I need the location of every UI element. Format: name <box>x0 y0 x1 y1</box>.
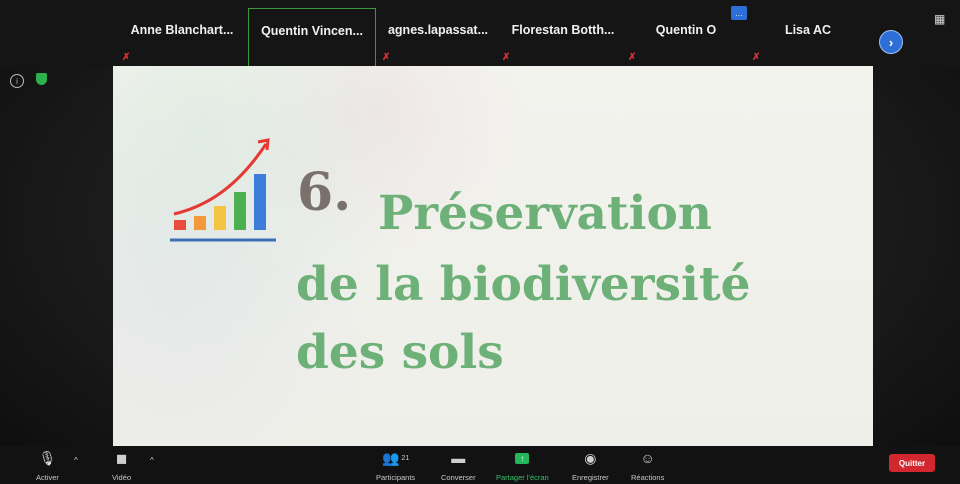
info-icon[interactable]: i <box>10 74 24 88</box>
record-icon: ◉ <box>584 449 597 466</box>
reactions-button[interactable]: ☺ Réactions <box>631 449 664 482</box>
meeting-toolbar <box>0 446 960 484</box>
mic-muted-icon: ✗ <box>382 52 391 63</box>
unmute-button[interactable]: 🎙 Activer <box>36 449 59 483</box>
chart-growth-icon <box>170 138 276 242</box>
reactions-label: Réactions <box>631 473 665 482</box>
participant-tile-active[interactable]: Quentin Vincen... <box>248 8 376 68</box>
participant-name: Anne Blanchart... <box>130 23 234 37</box>
slide-title-line-3: des sols <box>296 325 504 380</box>
chat-label: Converser <box>441 473 476 482</box>
share-screen-button[interactable]: ↑ Partager l'écran <box>496 449 549 482</box>
participant-name: Quentin Vincen... <box>261 24 363 38</box>
participants-icon: 👥 21 <box>381 449 410 466</box>
mic-muted-icon: ✗ <box>122 52 131 63</box>
record-label: Enregistrer <box>572 473 609 482</box>
chevron-up-icon[interactable]: ^ <box>150 456 154 465</box>
video-off-icon: ◼ <box>115 449 128 466</box>
start-video-button[interactable]: ◼ Vidéo <box>112 449 132 483</box>
slide-number: 6. <box>297 162 352 223</box>
participants-button[interactable]: 👥 21 Participants <box>376 449 416 483</box>
participant-tile[interactable]: Anne Blanchart... ✗ <box>118 8 246 66</box>
shield-icon[interactable] <box>36 73 47 85</box>
mic-muted-icon: 🎙 <box>38 449 57 466</box>
participant-tile[interactable]: Quentin O ✗ <box>628 8 744 66</box>
participant-tile[interactable]: Lisa AC ✗ <box>750 8 866 66</box>
reactions-icon: ☺ <box>640 450 655 466</box>
participant-name: Florestan Botth... <box>511 23 615 37</box>
mic-muted-icon: ✗ <box>628 52 637 63</box>
participants-count: 21 <box>401 454 410 462</box>
participant-strip: Anne Blanchart... ✗ Quentin Vincen... ag… <box>0 0 960 68</box>
record-button[interactable]: ◉ Enregistrer <box>572 449 609 483</box>
participant-tile[interactable]: agnes.lapassat... ✗ <box>378 8 498 66</box>
view-icon[interactable]: ▦ <box>934 12 948 26</box>
chevron-right-icon[interactable]: › <box>879 30 903 54</box>
chat-icon: ▬ <box>451 450 466 466</box>
mic-muted-icon: ✗ <box>752 52 761 63</box>
more-options-icon[interactable]: … <box>731 6 747 20</box>
participant-tile[interactable]: Florestan Botth... ✗ <box>502 8 624 66</box>
participant-name: Lisa AC <box>784 23 832 37</box>
unmute-label: Activer <box>36 473 59 482</box>
mic-muted-icon: ✗ <box>502 52 511 63</box>
participant-name: agnes.lapassat... <box>387 23 489 37</box>
slide-title-line-2: de la biodiversité <box>296 257 751 312</box>
participant-name: Quentin O <box>655 23 717 37</box>
chevron-up-icon[interactable]: ^ <box>74 456 78 465</box>
share-screen-label: Partager l'écran <box>496 473 549 482</box>
video-label: Vidéo <box>112 473 132 482</box>
leave-meeting-button[interactable]: Quitter <box>889 454 935 472</box>
chat-button[interactable]: ▬ Converser <box>441 449 476 482</box>
zoom-meeting-window: Anne Blanchart... ✗ Quentin Vincen... ag… <box>0 0 960 484</box>
share-screen-icon: ↑ <box>515 452 530 464</box>
participants-label: Participants <box>376 473 416 482</box>
slide-title-line-1: Préservation <box>378 186 712 241</box>
